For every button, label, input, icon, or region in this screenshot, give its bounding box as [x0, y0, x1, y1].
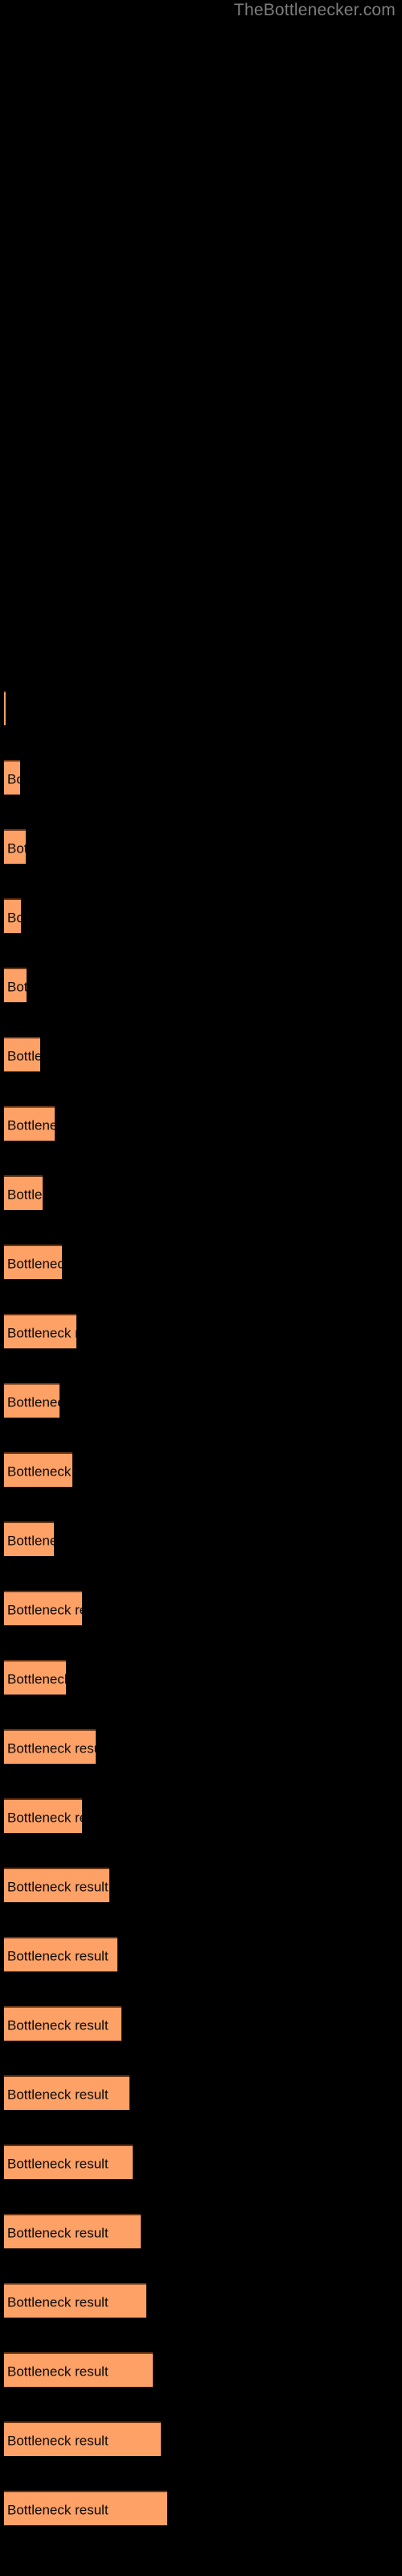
- bar-label: Bottleneck result: [7, 1187, 43, 1202]
- bar-label: Bottleneck result: [7, 1810, 82, 1825]
- bar[interactable]: Bottleneck result: [4, 1868, 109, 1902]
- bar-label: Bottleneck result: [7, 2502, 109, 2517]
- bar[interactable]: Bottleneck result: [4, 1314, 76, 1348]
- bar[interactable]: Bottleneck result: [4, 1729, 96, 1764]
- bar[interactable]: Bottleneck result: [4, 1591, 82, 1625]
- bar-label: Bottleneck result: [7, 2156, 109, 2171]
- bar[interactable]: Bottleneck result: [4, 1798, 82, 1833]
- bar[interactable]: Bottleneck result: [4, 829, 26, 864]
- bar[interactable]: Bottleneck result: [4, 1383, 59, 1418]
- bar-label: Bottleneck result: [7, 2225, 109, 2240]
- bar-label: Bottleneck result: [7, 1048, 40, 1063]
- bar[interactable]: Bottleneck result: [4, 1175, 43, 1210]
- bar[interactable]: Bottleneck result: [4, 691, 6, 725]
- bar[interactable]: Bottleneck result: [4, 2214, 141, 2248]
- bar-label: Bottleneck result: [7, 2087, 109, 2102]
- bar-label: Bottleneck result: [7, 1463, 72, 1479]
- bar[interactable]: Bottleneck result: [4, 2283, 146, 2318]
- bar[interactable]: Bottleneck result: [4, 968, 27, 1002]
- bar[interactable]: Bottleneck result: [4, 898, 21, 933]
- bar-label: Bottleneck result: [7, 1671, 66, 1686]
- bar-label: Bottleneck result: [7, 1394, 59, 1410]
- bar[interactable]: Bottleneck result: [4, 1245, 62, 1279]
- bar[interactable]: Bottleneck result: [4, 2352, 153, 2387]
- bar[interactable]: Bottleneck result: [4, 2075, 129, 2110]
- page-root: TheBottlenecker.com Bottleneck resultBot…: [0, 0, 402, 2576]
- bar[interactable]: Bottleneck result: [4, 2491, 167, 2525]
- bar-label: Bottleneck result: [7, 771, 20, 786]
- bar[interactable]: Bottleneck result: [4, 1521, 54, 1556]
- bar-label: Bottleneck result: [7, 1948, 109, 1963]
- bar-label: Bottleneck result: [7, 1879, 109, 1894]
- bar[interactable]: Bottleneck result: [4, 2006, 121, 2041]
- bar[interactable]: Bottleneck result: [4, 1660, 66, 1695]
- bar-label: Bottleneck result: [7, 2294, 109, 2310]
- bar-label: Bottleneck result: [7, 979, 27, 994]
- bar[interactable]: Bottleneck result: [4, 760, 20, 795]
- bar-label: Bottleneck result: [7, 2017, 109, 2033]
- bar-label: Bottleneck result: [7, 2363, 109, 2379]
- bar[interactable]: Bottleneck result: [4, 2421, 161, 2456]
- bar[interactable]: Bottleneck result: [4, 1452, 72, 1487]
- bar[interactable]: Bottleneck result: [4, 2145, 133, 2179]
- bar[interactable]: Bottleneck result: [4, 1037, 40, 1071]
- bar-label: Bottleneck result: [7, 1740, 96, 1756]
- bar[interactable]: Bottleneck result: [4, 1106, 55, 1141]
- bar-label: Bottleneck result: [7, 1117, 55, 1133]
- bar-chart-plot-area: Bottleneck result Bottleneck result Bottle…: [0, 0, 402, 2576]
- bar-label: Bottleneck result: [7, 910, 21, 925]
- bar-label: Bottleneck result: [7, 2433, 109, 2448]
- bar-label: Bottleneck result: [7, 1602, 82, 1617]
- bar-label: Bottleneck result: [7, 840, 26, 856]
- bar-label: Bottleneck result: [7, 1256, 62, 1271]
- bar[interactable]: Bottleneck result: [4, 1937, 117, 1971]
- bar-label: Bottleneck result: [7, 1325, 76, 1340]
- bar-label: Bottleneck result: [7, 1533, 54, 1548]
